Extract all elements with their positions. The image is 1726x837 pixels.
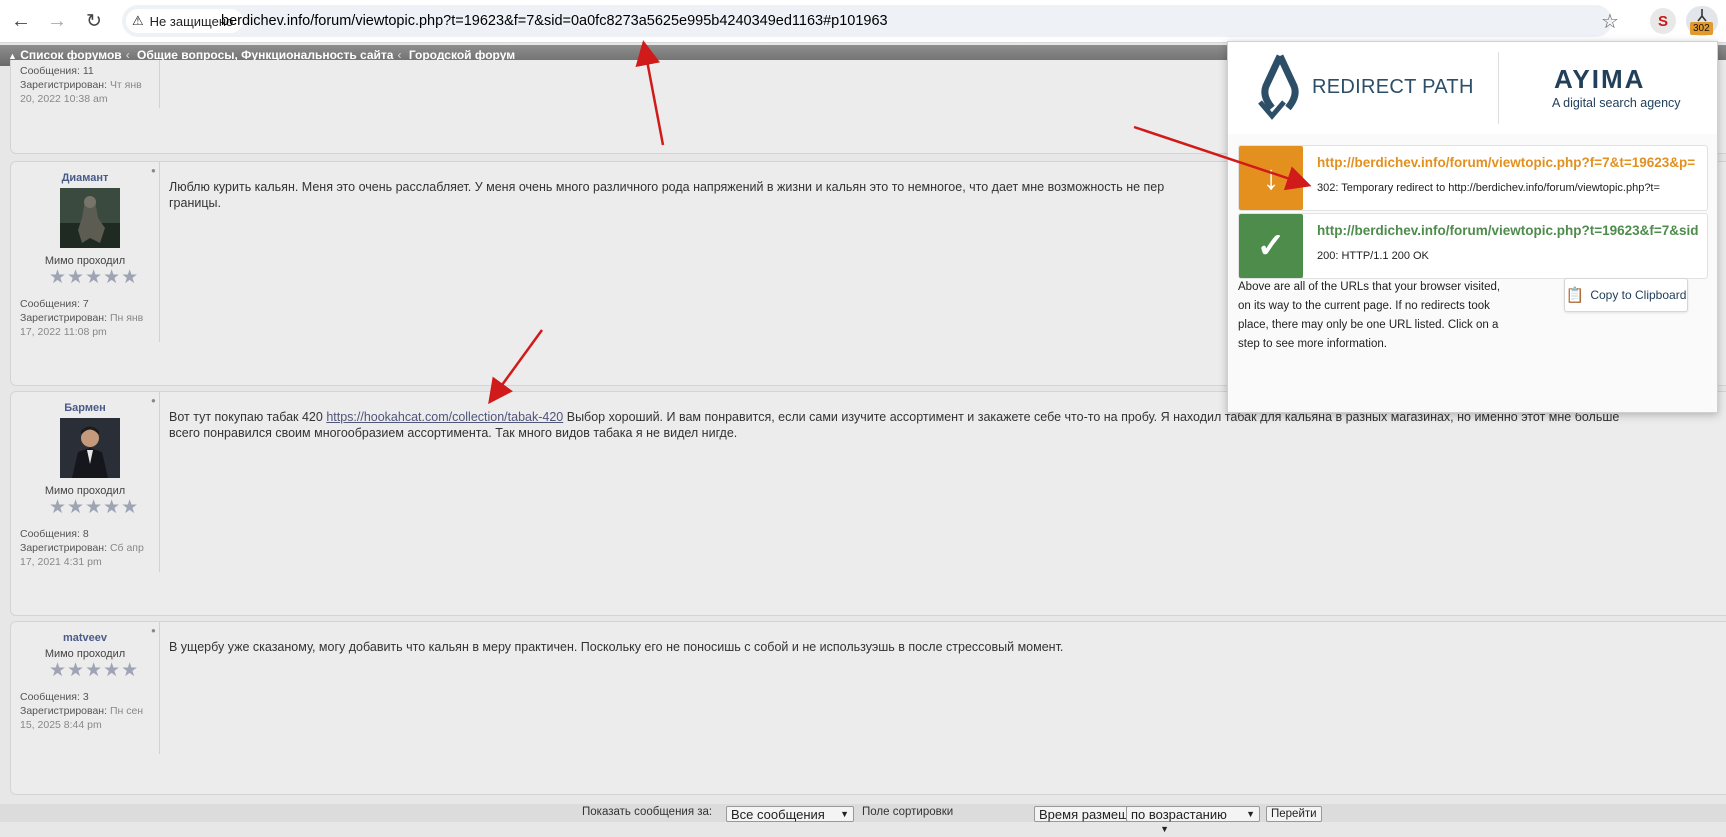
reload-icon[interactable]: ↻ [79, 6, 109, 36]
sort-bar: Показать сообщения за: Все сообщения ▼ Вр… [0, 804, 1726, 834]
registered-label: Зарегистрирован: [20, 79, 108, 91]
show-posts-value: Все сообщения [731, 807, 825, 822]
redirect-path-popup: REDIRECT PATH AYIMA A digital search age… [1227, 41, 1718, 413]
online-indicator-icon: ● [151, 396, 156, 405]
ayima-tagline: A digital search agency [1552, 96, 1681, 110]
post-body: Вот тут покупаю табак 420 https://hookah… [169, 409, 1726, 441]
online-indicator-icon: ● [151, 166, 156, 175]
post-count: Сообщения: 11 [20, 65, 94, 77]
warning-icon: ⚠ [132, 13, 144, 28]
redirect-count-badge: 302 [1690, 22, 1713, 35]
post-text: границы. [169, 196, 221, 210]
url-path: /forum/viewtopic.php?t=19623&f=7&sid=0a0… [310, 13, 888, 29]
sort-order-value: по возрастанию [1131, 807, 1227, 822]
redirect-description: Above are all of the URLs that your brow… [1238, 281, 1501, 350]
rating-stars-icon: ★★★★★ [49, 497, 140, 518]
browser-toolbar: ← → ↻ ⚠ Не защищено berdichev.info/forum… [0, 0, 1726, 43]
avatar [60, 418, 120, 478]
rating-stars-icon: ★★★★★ [49, 267, 140, 288]
chevron-down-icon: ▼ [1246, 809, 1255, 819]
post-profile: matveev ● Мимо проходил ★★★★★ Сообщения:… [11, 622, 160, 754]
bookmark-star-icon[interactable]: ☆ [1594, 5, 1626, 37]
chevron-down-icon: ▼ [840, 809, 849, 819]
rating-stars-icon: ★★★★★ [49, 660, 140, 681]
forum-post: matveev ● Мимо проходил ★★★★★ Сообщения:… [10, 621, 1726, 795]
post-text: всего понравился своим многообразием асс… [169, 426, 738, 440]
online-indicator-icon: ● [151, 626, 156, 635]
post-count: Сообщения: 3 [20, 691, 89, 703]
post-profile: Диамант ● Мимо проходил ★★★★★ Сообщения:… [11, 162, 160, 342]
username[interactable]: matveev [11, 632, 159, 644]
post-text: Люблю курить кальян. Меня это очень расс… [169, 180, 1165, 194]
post-profile: Бармен ● Мимо проходил ★★★★★ Сообщения: … [11, 392, 160, 572]
popup-header: REDIRECT PATH AYIMA A digital search age… [1228, 42, 1717, 134]
clipboard-icon: 📋 [1565, 287, 1585, 304]
redirect-step-url[interactable]: http://berdichev.info/forum/viewtopic.ph… [1317, 155, 1702, 170]
registered-label: Зарегистрирован: [20, 312, 108, 324]
redirect-step-status: 302: Temporary redirect to http://berdic… [1317, 182, 1660, 194]
url-text[interactable]: berdichev.info/forum/viewtopic.php?t=196… [221, 9, 888, 41]
copy-to-clipboard-button[interactable]: 📋 Copy to Clipboard [1564, 278, 1688, 312]
go-button[interactable]: Перейти [1266, 806, 1322, 822]
extension-s-icon[interactable]: S [1650, 8, 1676, 34]
post-text: В ущербу уже сказаному, могу добавить чт… [169, 640, 1064, 654]
post-body: Люблю курить кальян. Меня это очень расс… [169, 179, 1164, 211]
post-body: В ущербу уже сказаному, могу добавить чт… [169, 639, 1063, 655]
username[interactable]: Диамант [11, 172, 159, 184]
post-link[interactable]: https://hookahcat.com/collection/tabak-4… [326, 410, 563, 424]
registered-label: Зарегистрирован: [20, 542, 108, 554]
sort-field-label: Поле сортировки [862, 806, 954, 818]
show-posts-select[interactable]: Все сообщения ▼ [726, 806, 854, 822]
address-bar[interactable]: ⚠ Не защищено berdichev.info/forum/viewt… [122, 5, 1612, 37]
username[interactable]: Бармен [11, 402, 159, 414]
ayima-logo[interactable]: AYIMA [1554, 64, 1645, 95]
post-profile: Сообщения: 11 Зарегистрирован: Чт янв 20… [11, 60, 160, 108]
chevron-down-icon: ▼ [1160, 824, 1169, 834]
forward-icon[interactable]: → [42, 6, 72, 36]
redirect-step-url[interactable]: http://berdichev.info/forum/viewtopic.ph… [1317, 223, 1702, 238]
post-count: Сообщения: 8 [20, 528, 89, 540]
copy-button-label: Copy to Clipboard [1590, 288, 1687, 302]
header-divider [1498, 52, 1499, 124]
sort-order-select[interactable]: по возрастанию ▼ [1126, 806, 1260, 822]
post-count: Сообщения: 7 [20, 298, 89, 310]
back-icon[interactable]: ← [6, 6, 36, 36]
redirect-path-logo-icon [1250, 52, 1308, 125]
post-text: Вот тут покупаю табак 420 [169, 410, 327, 424]
show-posts-label: Показать сообщения за: [582, 806, 713, 818]
check-icon: ✓ [1239, 214, 1303, 278]
redirect-step[interactable]: ↓ http://berdichev.info/forum/viewtopic.… [1238, 145, 1708, 211]
redirect-step-status: 200: HTTP/1.1 200 OK [1317, 250, 1429, 262]
arrow-down-icon: ↓ [1239, 146, 1303, 210]
redirect-path-title: REDIRECT PATH [1312, 76, 1474, 98]
redirect-step[interactable]: ✓ http://berdichev.info/forum/viewtopic.… [1238, 213, 1708, 279]
registered-label: Зарегистрирован: [20, 705, 108, 717]
forum-post: Бармен ● Мимо проходил ★★★★★ Сообщения: … [10, 391, 1726, 616]
avatar [60, 188, 120, 248]
url-host: berdichev.info [221, 13, 311, 29]
